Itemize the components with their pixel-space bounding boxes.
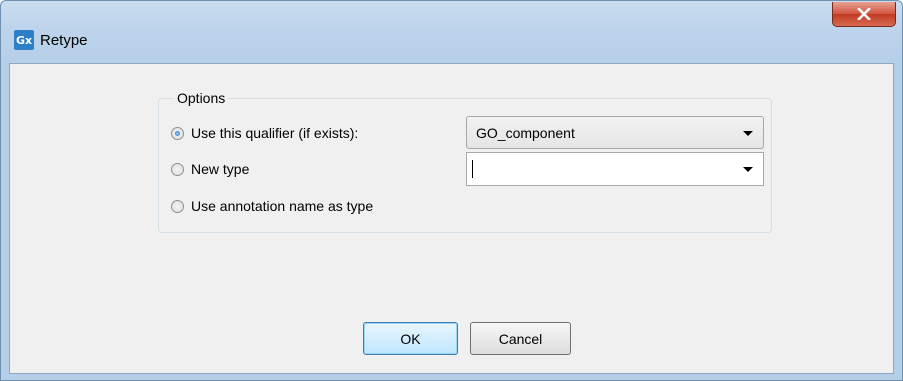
radio-use-qualifier-button[interactable] <box>171 126 184 140</box>
radio-annotation-name[interactable]: Use annotation name as type <box>171 198 373 214</box>
app-icon: Gx <box>14 30 34 50</box>
radio-new-type-button[interactable] <box>171 162 184 176</box>
title-bar[interactable]: Gx Retype <box>1 1 902 61</box>
chevron-down-icon[interactable] <box>743 131 753 136</box>
qualifier-select[interactable]: GO_component <box>466 116 764 149</box>
radio-use-qualifier[interactable]: Use this qualifier (if exists): <box>171 125 358 141</box>
qualifier-select-value: GO_component <box>476 125 575 141</box>
radio-new-type-label: New type <box>191 161 250 177</box>
close-button[interactable] <box>832 2 896 27</box>
radio-annotation-name-button[interactable] <box>171 199 184 213</box>
radio-use-qualifier-label: Use this qualifier (if exists): <box>191 125 359 141</box>
ok-button[interactable]: OK <box>363 322 458 355</box>
radio-annotation-name-label: Use annotation name as type <box>191 198 374 214</box>
text-cursor <box>472 160 473 178</box>
window-title: Retype <box>40 32 88 49</box>
close-x-icon <box>857 8 871 20</box>
dialog-content: Options Use this qualifier (if exists): … <box>9 63 894 374</box>
new-type-combo[interactable] <box>466 152 764 186</box>
radio-new-type[interactable]: New type <box>171 161 249 177</box>
dialog-window: Gx Retype Options Use this qualifier (if… <box>0 0 903 381</box>
cancel-button[interactable]: Cancel <box>470 322 571 355</box>
options-legend: Options <box>174 90 229 106</box>
chevron-down-icon[interactable] <box>743 167 753 172</box>
